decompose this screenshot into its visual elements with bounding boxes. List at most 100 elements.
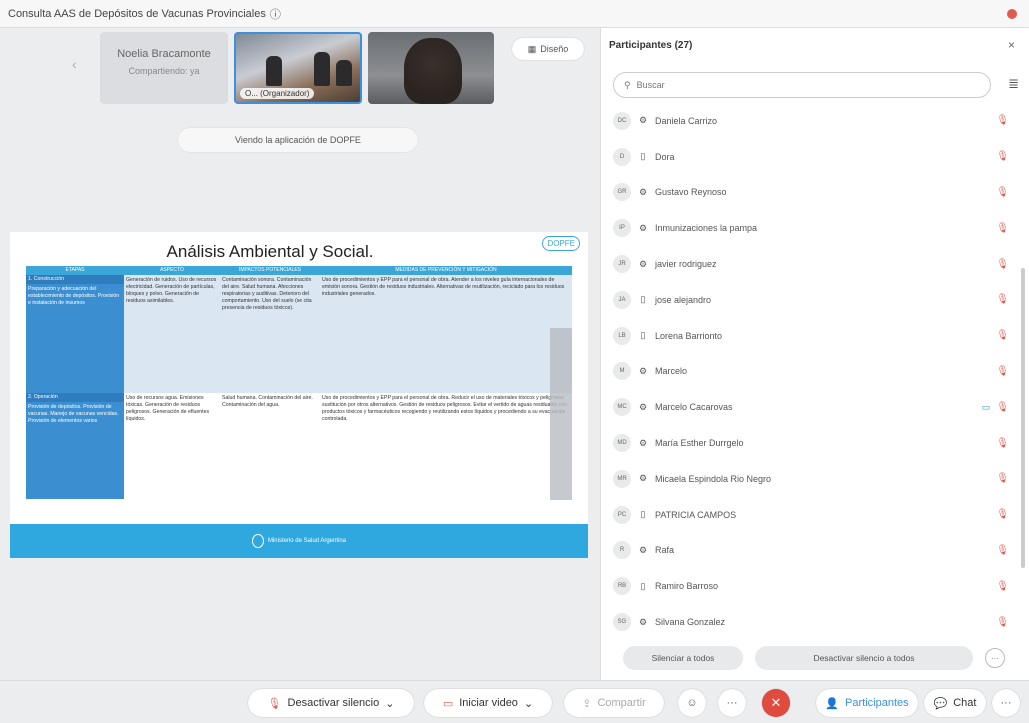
share-button[interactable]: ⇪ Compartir bbox=[564, 689, 664, 717]
app-device-icon: ⚙ bbox=[638, 186, 648, 197]
title-bar: Consulta AAS de Depósitos de Vacunas Pro… bbox=[0, 0, 1029, 28]
microphone-muted-icon[interactable]: 🎙 bbox=[996, 402, 1009, 413]
search-icon: ⚲ bbox=[624, 79, 631, 90]
chevron-down-icon[interactable]: ⌄ bbox=[524, 697, 533, 710]
slide-table-header: IMPACTOS POTENCIALES bbox=[220, 266, 320, 275]
microphone-muted-icon[interactable]: 🎙 bbox=[996, 617, 1009, 628]
avatar: IP bbox=[613, 219, 631, 238]
slide-title: Análisis Ambiental y Social. bbox=[166, 242, 374, 261]
mute-all-label: Silenciar a todos bbox=[651, 653, 715, 663]
unmute-all-button[interactable]: Desactivar silencio a todos bbox=[755, 646, 973, 670]
unmute-button[interactable]: 🎙 Desactivar silencio ⌄ bbox=[248, 689, 414, 717]
participants-button-label: Participantes bbox=[845, 697, 909, 709]
avatar: LB bbox=[613, 326, 631, 345]
participant-row[interactable]: MD ⚙ María Esther Durrgelo 🎙 bbox=[613, 425, 1013, 461]
microphone-muted-icon[interactable]: 🎙 bbox=[996, 115, 1009, 126]
participant-row[interactable]: LB ▯ Lorena Barrionto 🎙 bbox=[613, 318, 1013, 354]
close-icon[interactable]: × bbox=[1008, 38, 1015, 52]
slide-table-cell: Uso de recursos agua. Emisiones tóxicas.… bbox=[124, 393, 220, 499]
video-person bbox=[266, 56, 282, 86]
participant-row[interactable]: DC ⚙ Daniela Carrizo 🎙 bbox=[613, 103, 1013, 139]
app-device-icon: ⚙ bbox=[638, 616, 648, 627]
participant-name: javier rodriguez bbox=[655, 259, 717, 270]
app-device-icon: ⚙ bbox=[638, 365, 648, 376]
slide-table-cell: Uso de procedimientos y EPP para el pers… bbox=[320, 393, 572, 499]
chevron-down-icon[interactable]: ⌄ bbox=[385, 697, 394, 710]
avatar: MC bbox=[613, 398, 631, 417]
slide-table-header: MEDIDAS DE PREVENCIÓN Y MITIGACIÓN bbox=[320, 266, 572, 275]
participant-row[interactable]: IP ⚙ Inmunizaciones la pampa 🎙 bbox=[613, 210, 1013, 246]
viewing-application-banner[interactable]: Viendo la aplicación de DOPFE bbox=[178, 128, 418, 152]
participant-name: María Esther Durrgelo bbox=[655, 438, 744, 449]
participant-row[interactable]: RB ▯ Ramiro Barroso 🎙 bbox=[613, 568, 1013, 604]
avatar: SG bbox=[613, 613, 631, 632]
participant-row[interactable]: M ⚙ Marcelo 🎙 bbox=[613, 354, 1013, 390]
participants-button[interactable]: 👤 Participantes bbox=[816, 689, 918, 717]
participant-tile-noelia[interactable]: Noelia Bracamonte Compartiendo: ya bbox=[100, 32, 228, 104]
microphone-muted-icon[interactable]: 🎙 bbox=[996, 366, 1009, 377]
participant-tile-organizer[interactable]: O... (Organizador) bbox=[234, 32, 362, 104]
microphone-muted-icon[interactable]: 🎙 bbox=[996, 509, 1009, 520]
participant-row[interactable]: MC ⚙ Marcelo Cacarovas ▭ 🎙 bbox=[613, 389, 1013, 425]
share-icon: ⇪ bbox=[582, 697, 592, 710]
participant-row[interactable]: PC ▯ PATRICIA CAMPOS 🎙 bbox=[613, 497, 1013, 533]
sort-list-icon[interactable]: ≣ bbox=[1008, 76, 1019, 92]
phone-icon: ▯ bbox=[640, 330, 646, 341]
participant-row[interactable]: GR ⚙ Gustavo Reynoso 🎙 bbox=[613, 175, 1013, 211]
microphone-muted-icon[interactable]: 🎙 bbox=[996, 473, 1009, 484]
end-meeting-icon[interactable]: ✕ bbox=[762, 689, 790, 717]
more-icon[interactable]: ··· bbox=[718, 689, 746, 717]
start-video-button[interactable]: ▭ Iniciar video ⌄ bbox=[424, 689, 552, 717]
avatar: PC bbox=[613, 505, 631, 524]
participant-row[interactable]: R ⚙ Rafa 🎙 bbox=[613, 533, 1013, 569]
search-placeholder: Buscar bbox=[636, 80, 665, 90]
participant-row[interactable]: JA ▯ jose alejandro 🎙 bbox=[613, 282, 1013, 318]
participant-row[interactable]: D ▯ Dora 🎙 bbox=[613, 139, 1013, 175]
microphone-muted-icon[interactable]: 🎙 bbox=[996, 581, 1009, 592]
microphone-muted-icon[interactable]: 🎙 bbox=[996, 438, 1009, 449]
info-icon[interactable]: ⓘ bbox=[270, 6, 281, 22]
participant-tile-video[interactable] bbox=[368, 32, 494, 104]
participant-name: Dora bbox=[655, 151, 675, 162]
participant-row[interactable]: MR ⚙ Micaela Espindola Rio Negro 🎙 bbox=[613, 461, 1013, 497]
slide-footer-text: Ministerio de Salud Argentina bbox=[267, 538, 347, 544]
layout-button-label: Diseño bbox=[540, 44, 569, 54]
participant-list-scrollbar[interactable] bbox=[1021, 268, 1025, 568]
slide-table-cell: Salud humana. Contaminación del aire. Co… bbox=[220, 393, 320, 499]
chat-button[interactable]: 💬 Chat bbox=[924, 689, 986, 717]
avatar: D bbox=[613, 147, 631, 166]
toolbar-more-icon[interactable]: ··· bbox=[992, 689, 1020, 717]
microphone-muted-icon[interactable]: 🎙 bbox=[996, 259, 1009, 270]
stage-heading: 1. Construcción bbox=[26, 275, 124, 284]
video-person bbox=[314, 52, 330, 86]
mute-all-button[interactable]: Silenciar a todos bbox=[623, 646, 743, 670]
participant-name: Ramiro Barroso bbox=[655, 581, 719, 592]
slide-footer: Ministerio de Salud Argentina bbox=[10, 524, 588, 558]
microphone-muted-icon: 🎙 bbox=[267, 697, 282, 710]
app-device-icon: ⚙ bbox=[638, 437, 648, 448]
participant-row[interactable]: SG ⚙ Silvana Gonzalez 🎙 bbox=[613, 604, 1013, 640]
search-input[interactable]: ⚲ Buscar bbox=[613, 72, 991, 98]
avatar: M bbox=[613, 362, 631, 381]
camera-off-icon[interactable]: ▭ bbox=[982, 402, 991, 413]
app-device-icon: ⚙ bbox=[638, 544, 648, 555]
more-options-icon[interactable]: ··· bbox=[985, 648, 1005, 668]
microphone-muted-icon[interactable]: 🎙 bbox=[996, 151, 1009, 162]
slide-overlay-scrollbar[interactable] bbox=[550, 328, 572, 500]
participant-row[interactable]: JR ⚙ javier rodriguez 🎙 bbox=[613, 246, 1013, 282]
participants-panel: Participantes (27) × ⚲ Buscar ≣ DC ⚙ Danie… bbox=[600, 28, 1029, 680]
microphone-muted-icon[interactable]: 🎙 bbox=[996, 223, 1009, 234]
participant-name: Rafa bbox=[655, 545, 675, 556]
stage-heading: 2. Operación bbox=[26, 393, 124, 402]
slide-table-header: ETAPAS bbox=[26, 266, 124, 275]
microphone-muted-icon[interactable]: 🎙 bbox=[996, 294, 1009, 305]
layout-button[interactable]: ▦ Diseño bbox=[512, 38, 584, 60]
microphone-muted-icon[interactable]: 🎙 bbox=[996, 187, 1009, 198]
microphone-muted-icon[interactable]: 🎙 bbox=[996, 330, 1009, 341]
participant-name: Lorena Barrionto bbox=[655, 330, 723, 341]
video-thumbnails: Noelia Bracamonte Compartiendo: ya O... … bbox=[70, 32, 494, 110]
reactions-icon[interactable]: ☺ bbox=[678, 689, 706, 717]
slide-table-cell: 1. Construcción Preparación y adecuación … bbox=[26, 275, 124, 393]
microphone-muted-icon[interactable]: 🎙 bbox=[996, 545, 1009, 556]
avatar: JA bbox=[613, 290, 631, 309]
